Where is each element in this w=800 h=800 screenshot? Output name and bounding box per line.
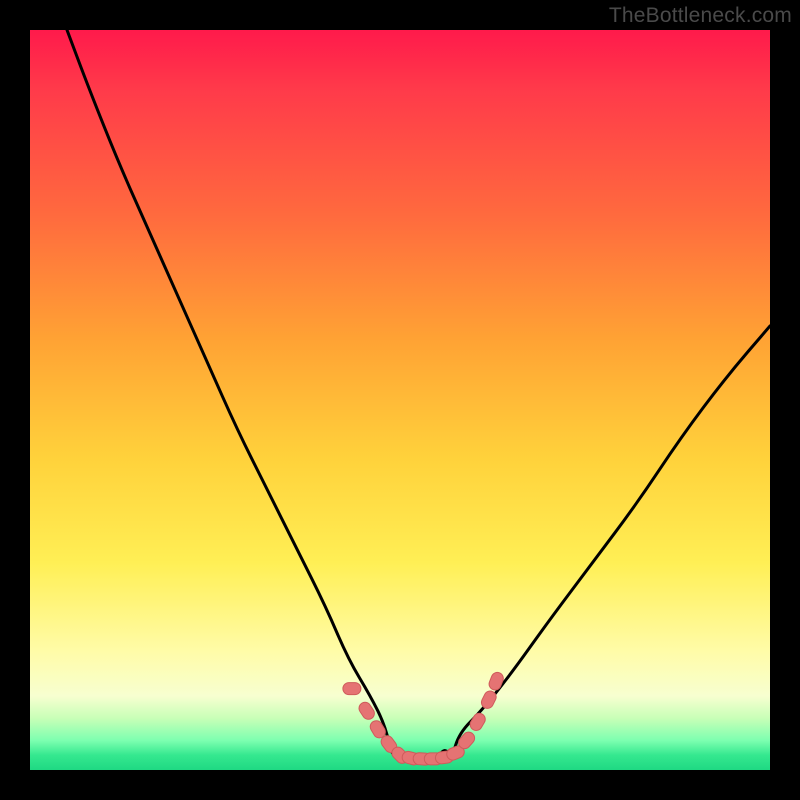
curve-layer [30,30,770,770]
valley-marker [487,671,505,692]
watermark-text: TheBottleneck.com [609,4,792,28]
bottleneck-curve [67,30,770,759]
plot-area [30,30,770,770]
chart-frame: TheBottleneck.com [0,0,800,800]
valley-marker [343,683,361,695]
valley-marker [468,711,488,733]
